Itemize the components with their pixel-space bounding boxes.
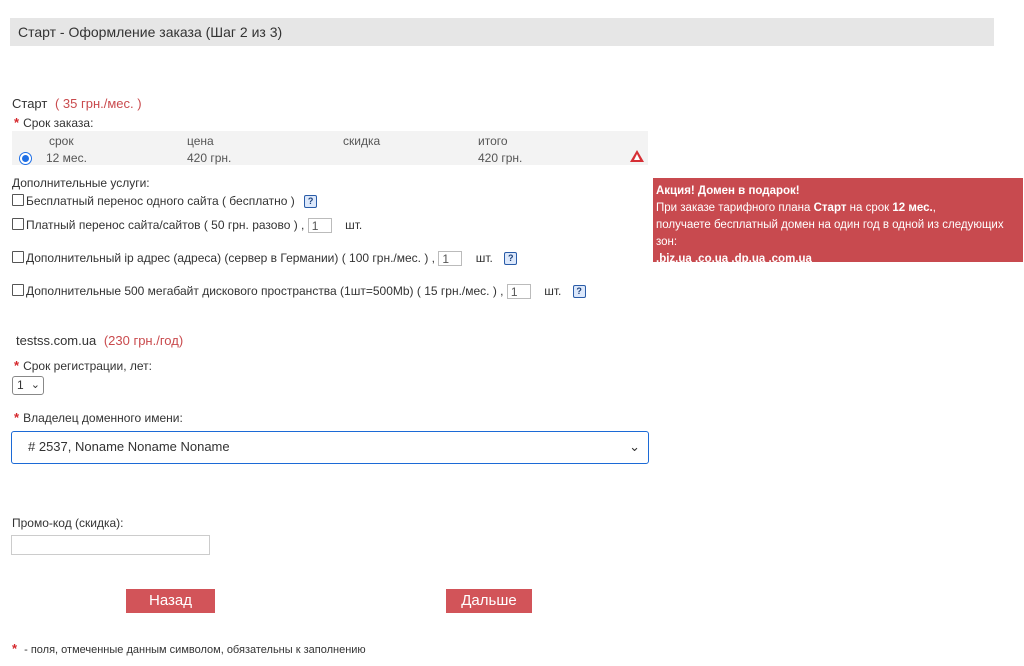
extras-label: Дополнительные услуги: <box>12 176 150 190</box>
price-value: 420 грн. <box>187 151 232 165</box>
unit-label: шт. <box>544 284 562 298</box>
promo-code-label: Промо-код (скидка): <box>12 516 124 530</box>
required-star: * <box>12 641 18 656</box>
extra-checkbox-ip[interactable] <box>12 251 24 263</box>
total-value: 420 грн. <box>478 151 523 165</box>
term-label-text: Срок заказа: <box>23 116 94 130</box>
page-header: Старт - Оформление заказа (Шаг 2 из 3) <box>10 18 994 46</box>
period-value: 1 <box>17 378 24 392</box>
qty-input-disk[interactable]: 1 <box>506 284 531 300</box>
domain-price: (230 грн./год) <box>103 333 184 348</box>
owner-value: # 2537, Noname Noname Noname <box>28 439 230 454</box>
extra-label: Дополнительный ip адрес (адреса) (сервер… <box>26 251 436 265</box>
next-button[interactable]: Дальше <box>446 589 532 613</box>
unit-label: шт. <box>345 218 363 232</box>
help-icon[interactable]: ? <box>304 195 318 209</box>
extra-label: Бесплатный перенос одного сайта ( беспла… <box>26 194 295 208</box>
chevron-down-icon: ⌄ <box>30 379 40 391</box>
promo-banner: Акция! Домен в подарок! При заказе тариф… <box>653 178 1023 265</box>
term-radio-12[interactable] <box>19 152 32 165</box>
extra-item-ip: Дополнительный ip адрес (адреса) (сервер… <box>12 251 518 267</box>
domain-owner-label: * Владелец доменного имени: <box>14 410 183 425</box>
qty-input-paid-transfer[interactable]: 1 <box>307 218 332 234</box>
promo-code-input[interactable] <box>11 535 210 555</box>
period-label-text: Срок регистрации, лет: <box>23 359 152 373</box>
promo-title: Акция! Домен в подарок! <box>656 185 800 197</box>
extra-item-free-transfer: Бесплатный перенос одного сайта ( беспла… <box>12 194 318 209</box>
promo-warning-icon <box>630 150 644 162</box>
col-header-total: итого <box>478 134 508 148</box>
col-header-discount: скидка <box>343 134 381 148</box>
extra-item-paid-transfer: Платный перенос сайта/сайтов ( 50 грн. р… <box>12 218 363 234</box>
domain-owner-select[interactable]: # 2537, Noname Noname Noname ⌄ <box>11 431 649 464</box>
extra-checkbox-paid-transfer[interactable] <box>12 218 24 230</box>
promo-line2: получаете бесплатный домен на один год в… <box>656 219 1004 248</box>
owner-label-text: Владелец доменного имени: <box>23 411 183 425</box>
promo-term: 12 мес. <box>892 202 933 214</box>
domain-name: testss.com.ua <box>16 333 97 348</box>
extra-label: Дополнительные 500 мегабайт дискового пр… <box>26 284 504 298</box>
extra-checkbox-disk[interactable] <box>12 284 24 296</box>
extra-checkbox-free-transfer[interactable] <box>12 194 24 206</box>
term-table: срок цена скидка итого 12 мес. 420 грн. … <box>12 131 648 165</box>
term-value: 12 мес. <box>46 151 87 165</box>
extra-label: Платный перенос сайта/сайтов ( 50 грн. р… <box>26 218 305 232</box>
promo-line1: При заказе тарифного плана Старт на срок… <box>656 200 1023 217</box>
footnote-text: - поля, отмеченные данным символом, обяз… <box>21 644 366 656</box>
back-button[interactable]: Назад <box>126 589 215 613</box>
domain-period-select[interactable]: 1 ⌄ <box>12 376 44 395</box>
promo-plan: Старт <box>813 202 847 214</box>
col-header-price: цена <box>187 134 214 148</box>
term-label: * Срок заказа: <box>14 115 93 130</box>
chevron-down-icon: ⌄ <box>629 439 640 454</box>
required-star: * <box>14 358 20 373</box>
page-title: Старт - Оформление заказа (Шаг 2 из 3) <box>18 24 283 40</box>
required-star: * <box>14 410 20 425</box>
promo-text: При заказе тарифного плана <box>656 202 814 214</box>
domain-title: testss.com.ua (230 грн./год) <box>16 333 183 348</box>
extra-item-disk: Дополнительные 500 мегабайт дискового пр… <box>12 284 586 300</box>
promo-text: на срок <box>846 202 893 214</box>
plan-title: Старт ( 35 грн./мес. ) <box>12 96 142 111</box>
required-footnote: * - поля, отмеченные данным символом, об… <box>12 641 366 656</box>
promo-zones: .biz.ua .co.ua .dp.ua .com.ua <box>656 253 812 265</box>
qty-input-ip[interactable]: 1 <box>438 251 463 267</box>
help-icon[interactable]: ? <box>504 252 518 266</box>
plan-price: ( 35 грн./мес. ) <box>54 96 142 111</box>
promo-text: , <box>932 202 936 214</box>
plan-name: Старт <box>12 96 48 111</box>
help-icon[interactable]: ? <box>572 285 586 299</box>
domain-period-label: * Срок регистрации, лет: <box>14 358 152 373</box>
required-star: * <box>14 115 20 130</box>
unit-label: шт. <box>475 251 493 265</box>
col-header-term: срок <box>49 134 74 148</box>
